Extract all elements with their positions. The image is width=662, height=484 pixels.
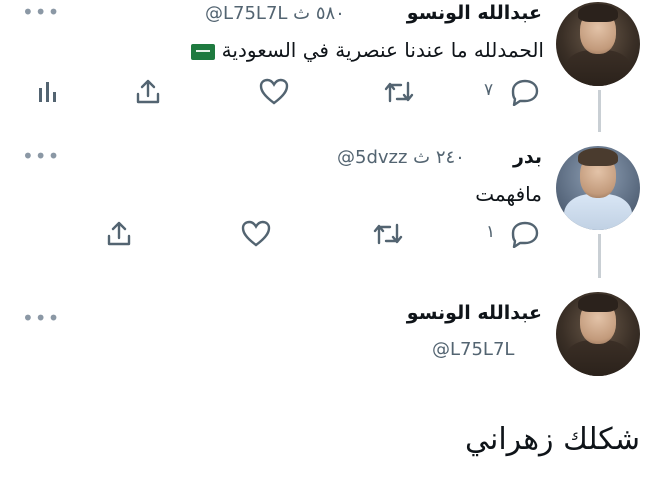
- saudi-flag-icon: [191, 43, 216, 60]
- author-handle: @L75L7L: [432, 339, 515, 360]
- share-icon[interactable]: [134, 78, 162, 106]
- tweet-text-content: الحمدلله ما عندنا عنصرية في السعودية: [221, 38, 544, 62]
- share-icon[interactable]: [105, 220, 133, 248]
- reply-count: ١: [486, 222, 496, 242]
- handle-time: @5dvzz ٢٤٠ ث: [337, 147, 465, 168]
- avatar[interactable]: [556, 292, 640, 376]
- author-name[interactable]: عبدالله الونسو: [407, 302, 542, 324]
- analytics-icon[interactable]: [36, 80, 58, 104]
- handle-time: @L75L7L ٥٨٠ ث: [205, 3, 345, 24]
- thread-connector: [598, 90, 601, 132]
- like-icon[interactable]: [259, 78, 289, 106]
- tweet-text: الحمدلله ما عندنا عنصرية في السعودية: [187, 38, 544, 62]
- avatar[interactable]: [556, 2, 640, 86]
- like-icon[interactable]: [241, 220, 271, 248]
- more-options-icon[interactable]: •••: [22, 0, 60, 24]
- retweet-icon[interactable]: [372, 221, 404, 247]
- avatar[interactable]: [556, 146, 640, 230]
- more-options-icon[interactable]: •••: [22, 306, 60, 330]
- tweet-text: شكلك زهراني: [464, 422, 640, 457]
- reply-icon[interactable]: [510, 78, 540, 106]
- reply-icon[interactable]: [510, 220, 540, 248]
- tweet-text: مافهمت: [475, 182, 542, 206]
- author-name[interactable]: بدر: [513, 146, 542, 168]
- author-name[interactable]: عبدالله الونسو: [407, 2, 542, 24]
- more-options-icon[interactable]: •••: [22, 144, 60, 168]
- retweet-icon[interactable]: [383, 79, 415, 105]
- reply-count: ٧: [484, 80, 494, 100]
- thread-connector: [598, 234, 601, 278]
